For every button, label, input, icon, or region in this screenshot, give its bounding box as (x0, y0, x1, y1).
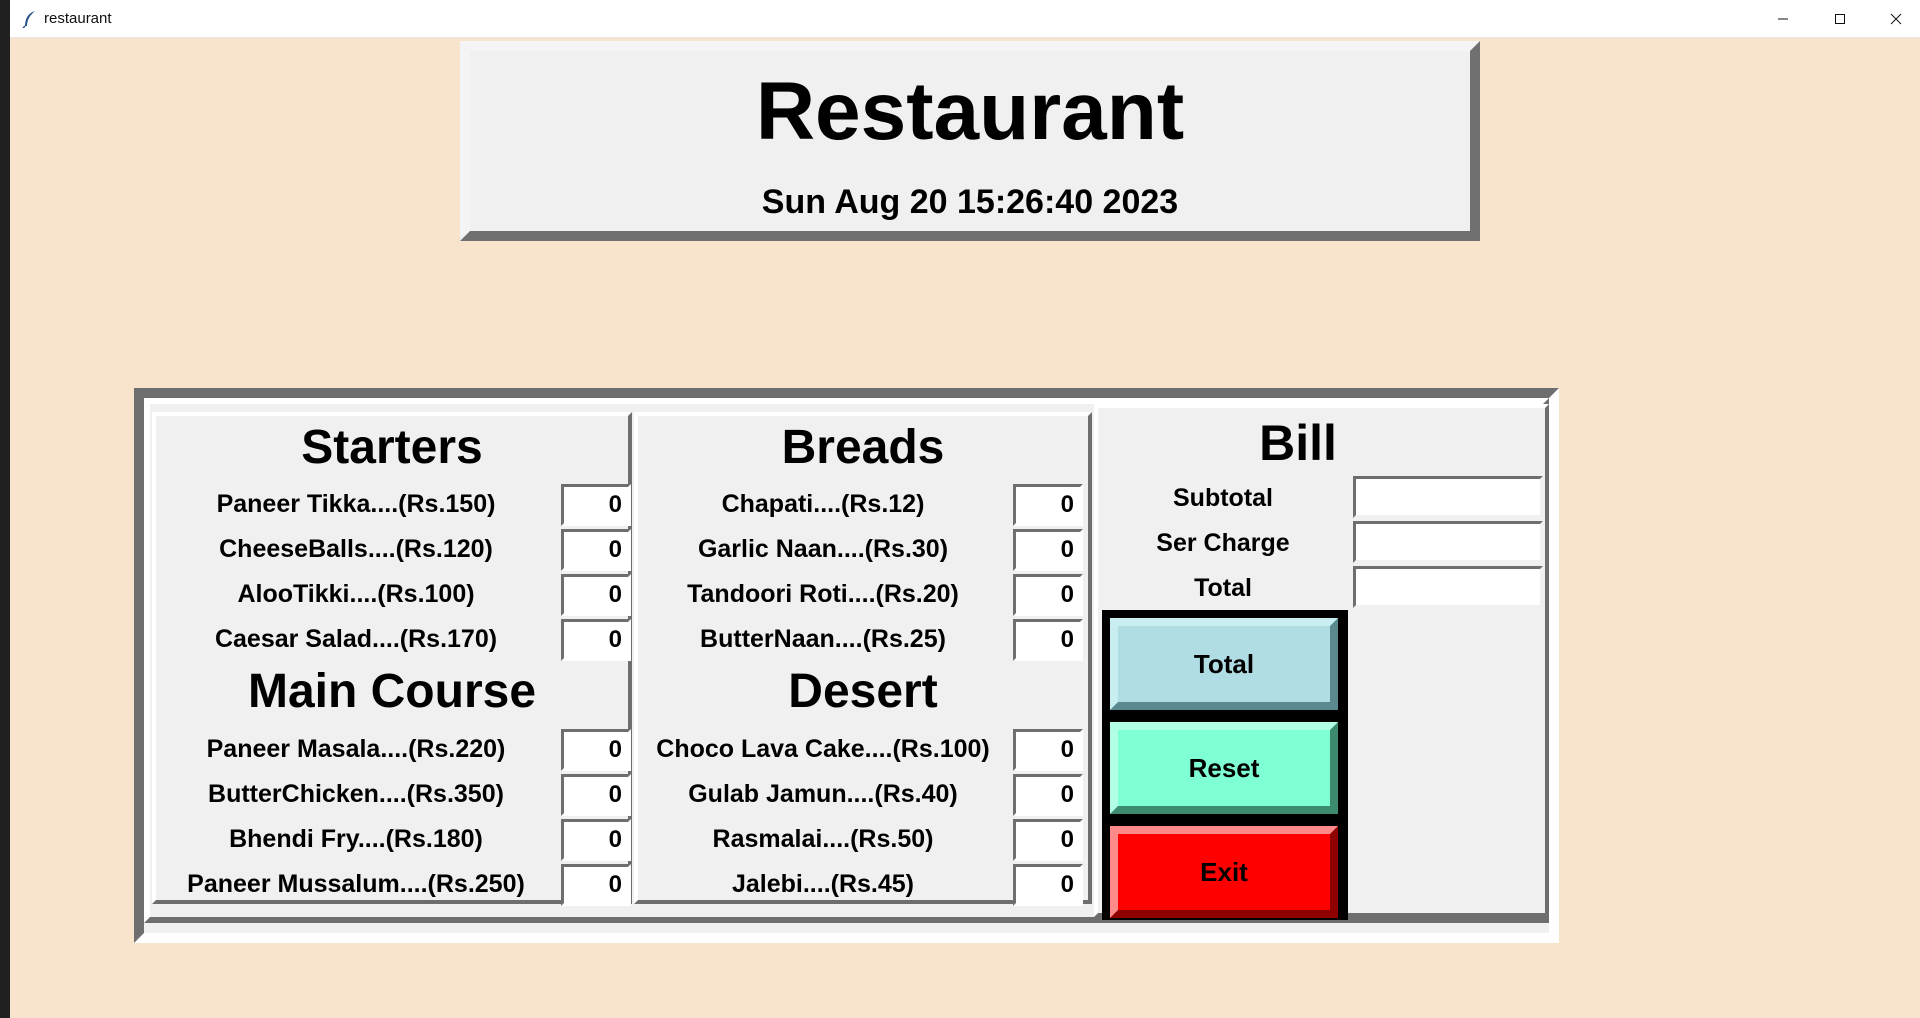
item-label: Caesar Salad....(Rs.170) (214, 625, 498, 653)
quantity-input[interactable] (1013, 864, 1083, 906)
title-bar[interactable]: restaurant (10, 0, 1920, 38)
maximize-icon (1835, 14, 1845, 24)
bill-title: Bill (1259, 415, 1337, 471)
item-label: Paneer Tikka....(Rs.150) (216, 490, 496, 518)
item-label: Rasmalai....(Rs.50) (712, 825, 934, 853)
item-label: Bhendi Fry....(Rs.180) (229, 825, 483, 853)
quantity-input[interactable] (1013, 484, 1083, 526)
datetime-label: Sun Aug 20 15:26:40 2023 (761, 183, 1179, 221)
service-charge-field[interactable] (1353, 521, 1543, 563)
reset-button[interactable]: Reset (1110, 722, 1338, 814)
breads-title: Breads (781, 421, 945, 474)
minimize-button[interactable] (1755, 0, 1811, 38)
quantity-input[interactable] (1013, 819, 1083, 861)
quantity-input[interactable] (561, 484, 631, 526)
list-item: ButterNaan....(Rs.25) (638, 619, 1088, 663)
subtotal-row: Subtotal (1098, 476, 1545, 520)
list-item: Garlic Naan....(Rs.30) (638, 529, 1088, 573)
bill-panel: Bill Subtotal Ser Charge Total Total Res… (1094, 404, 1549, 920)
list-item: Paneer Tikka....(Rs.150) (156, 484, 631, 528)
starters-title: Starters (301, 421, 483, 474)
desert-title: Desert (788, 665, 938, 718)
item-label: Choco Lava Cake....(Rs.100) (656, 735, 990, 763)
quantity-input[interactable] (561, 729, 631, 771)
quantity-input[interactable] (561, 574, 631, 616)
quantity-input[interactable] (1013, 574, 1083, 616)
list-item: Caesar Salad....(Rs.170) (156, 619, 631, 663)
close-icon (1890, 13, 1902, 25)
service-charge-label: Ser Charge (1156, 529, 1290, 557)
button-group: Total Reset Exit (1102, 610, 1348, 920)
main-course-title: Main Course (247, 665, 537, 718)
list-item: ButterChicken....(Rs.350) (156, 774, 631, 818)
item-label: Garlic Naan....(Rs.30) (697, 535, 949, 563)
starters-maincourse-column: Starters Paneer Tikka....(Rs.150) Cheese… (152, 412, 632, 906)
close-button[interactable] (1868, 0, 1920, 38)
total-row: Total (1098, 566, 1545, 610)
header-panel: Restaurant Sun Aug 20 15:26:40 2023 (460, 41, 1480, 241)
item-label: ButterChicken....(Rs.350) (208, 780, 504, 808)
item-label: Tandoori Roti....(Rs.20) (687, 580, 959, 608)
list-item: Chapati....(Rs.12) (638, 484, 1088, 528)
quantity-input[interactable] (561, 774, 631, 816)
list-item: CheeseBalls....(Rs.120) (156, 529, 631, 573)
quantity-input[interactable] (1013, 529, 1083, 571)
quantity-input[interactable] (1013, 729, 1083, 771)
item-label: ButterNaan....(Rs.25) (700, 625, 946, 653)
list-item: Paneer Mussalum....(Rs.250) (156, 864, 631, 908)
item-label: CheeseBalls....(Rs.120) (219, 535, 493, 563)
quantity-input[interactable] (1013, 619, 1083, 661)
list-item: Paneer Masala....(Rs.220) (156, 729, 631, 773)
breads-desert-column: Breads Chapati....(Rs.12) Garlic Naan...… (634, 412, 1092, 906)
item-label: Chapati....(Rs.12) (721, 490, 925, 518)
item-label: AlooTikki....(Rs.100) (237, 580, 475, 608)
list-item: Bhendi Fry....(Rs.180) (156, 819, 631, 863)
list-item: Tandoori Roti....(Rs.20) (638, 574, 1088, 618)
service-charge-row: Ser Charge (1098, 521, 1545, 565)
maximize-button[interactable] (1812, 0, 1868, 38)
item-label: Paneer Masala....(Rs.220) (206, 735, 506, 763)
quantity-input[interactable] (561, 864, 631, 906)
total-button[interactable]: Total (1110, 618, 1338, 710)
page-title: Restaurant (755, 66, 1185, 157)
client-area: Restaurant Sun Aug 20 15:26:40 2023 Star… (10, 38, 1920, 1018)
quantity-input[interactable] (1013, 774, 1083, 816)
total-field[interactable] (1353, 566, 1543, 608)
total-label: Total (1194, 574, 1252, 602)
list-item: Rasmalai....(Rs.50) (638, 819, 1088, 863)
list-item: Jalebi....(Rs.45) (638, 864, 1088, 908)
subtotal-label: Subtotal (1173, 484, 1273, 512)
feather-icon (22, 10, 38, 29)
exit-button[interactable]: Exit (1110, 826, 1338, 918)
app-window: restaurant Restaurant Sun Aug 20 15:26:4… (10, 0, 1920, 1018)
window-title: restaurant (44, 10, 112, 27)
quantity-input[interactable] (561, 819, 631, 861)
quantity-input[interactable] (561, 529, 631, 571)
item-label: Paneer Mussalum....(Rs.250) (187, 870, 525, 898)
menu-panel: Starters Paneer Tikka....(Rs.150) Cheese… (134, 388, 1559, 943)
subtotal-field[interactable] (1353, 476, 1543, 518)
item-label: Jalebi....(Rs.45) (731, 870, 915, 898)
list-item: Gulab Jamun....(Rs.40) (638, 774, 1088, 818)
item-label: Gulab Jamun....(Rs.40) (688, 780, 958, 808)
list-item: AlooTikki....(Rs.100) (156, 574, 631, 618)
menu-panel-inner: Starters Paneer Tikka....(Rs.150) Cheese… (144, 398, 1549, 923)
minimize-icon (1778, 18, 1788, 20)
quantity-input[interactable] (561, 619, 631, 661)
list-item: Choco Lava Cake....(Rs.100) (638, 729, 1088, 773)
